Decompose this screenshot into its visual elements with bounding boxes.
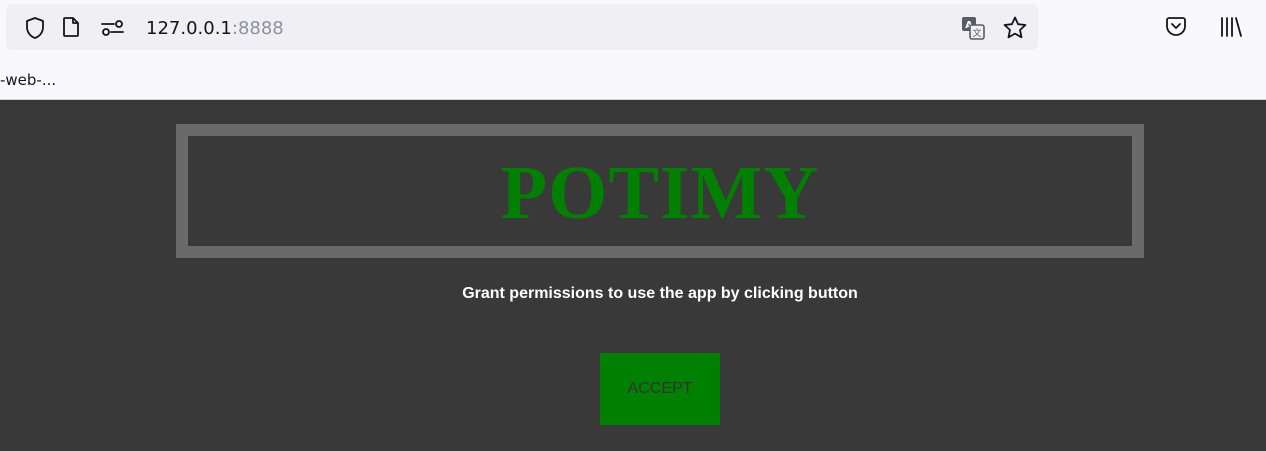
url-port: :8888 — [231, 18, 284, 39]
app-logo: POTIMY — [500, 151, 820, 235]
permission-instructions: Grant permissions to use the app by clic… — [462, 285, 858, 302]
url-host: 127.0.0.1 — [146, 18, 232, 39]
url-text[interactable]: 127.0.0.1:8888 — [146, 19, 284, 39]
logo-frame: POTIMY — [176, 124, 1144, 258]
library-icon[interactable] — [1218, 14, 1244, 40]
svg-text:文: 文 — [972, 27, 981, 39]
permissions-icon[interactable] — [100, 19, 126, 37]
app-page: POTIMY Grant permissions to use the app … — [0, 100, 1266, 451]
shield-icon[interactable] — [24, 16, 46, 40]
star-icon[interactable] — [1002, 15, 1028, 41]
translate-icon[interactable]: A 文 — [960, 15, 986, 41]
bookmark-item[interactable]: -web-... — [0, 71, 56, 89]
address-bar[interactable]: 127.0.0.1:8888 A 文 — [6, 4, 1038, 50]
pocket-icon[interactable] — [1164, 15, 1188, 39]
browser-toolbar: 127.0.0.1:8888 A 文 -web-... — [0, 0, 1266, 100]
page-icon[interactable] — [62, 16, 80, 38]
accept-button[interactable]: ACCEPT — [600, 353, 720, 425]
